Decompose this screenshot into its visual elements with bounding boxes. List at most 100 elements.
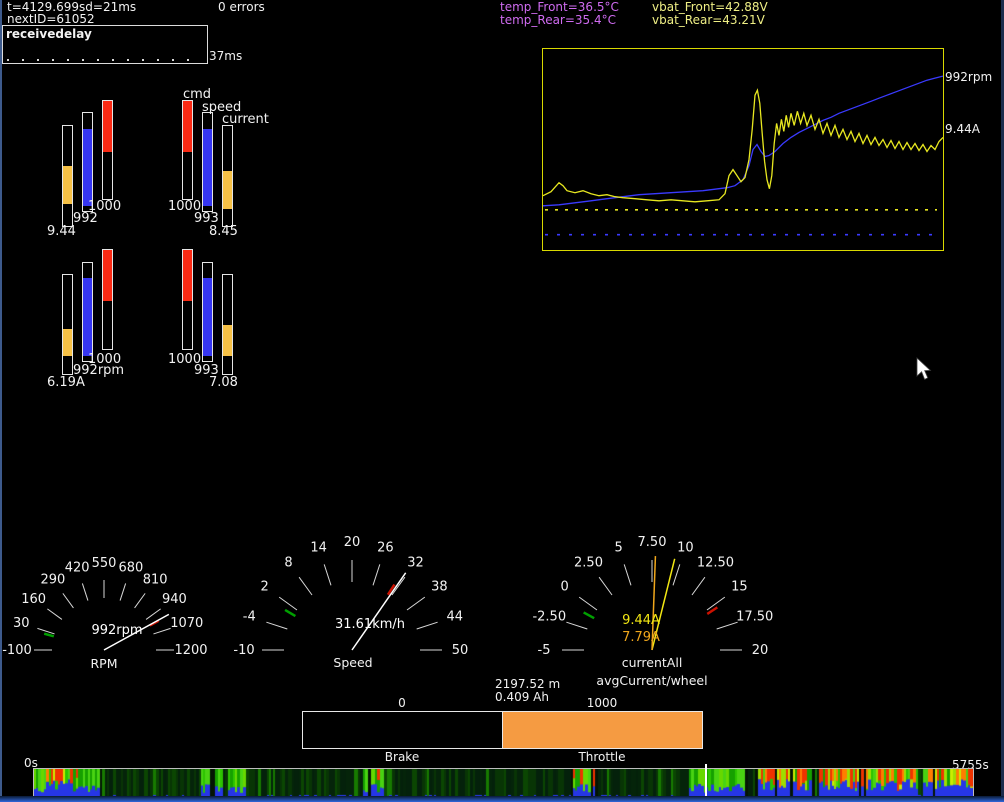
temp-rear-readout: temp_Rear=35.4°C <box>500 14 616 27</box>
dial-currentAll-tick-label: 12.50 <box>697 556 734 571</box>
dial-rpm-tick <box>82 583 88 600</box>
rear-right-speed-bar <box>202 262 213 362</box>
dial-rpm-caption-0: RPM <box>90 656 117 671</box>
receive-delay-panel: receivedelay <box>2 25 208 64</box>
dial-rpm-needle-0 <box>104 614 169 650</box>
dial-speed-tick <box>417 622 438 629</box>
timeline-strip[interactable] <box>33 768 974 798</box>
dial-currentAll-tick <box>624 564 631 585</box>
rear-right-cmd-bar-fill <box>183 250 192 301</box>
front-right-current-bar-fill <box>223 171 232 209</box>
dial-speed-value-0: 31.61km/h <box>335 617 405 632</box>
dial-rpm-tick-label: 1200 <box>174 643 207 658</box>
dial-rpm-tick <box>146 609 161 620</box>
rear-left-speed-bar <box>82 262 93 362</box>
rear-left-speed-bar-fill <box>83 278 92 356</box>
dial-currentAll-tick <box>673 564 680 585</box>
front-left-cmd-bar <box>102 100 113 200</box>
telemetry-dashboard: { "header": { "time": "t=4129.699sd=21ms… <box>0 0 1004 802</box>
dial-currentAll-tick-label: -5 <box>538 643 551 658</box>
dial-speed-tick <box>407 597 425 610</box>
dial-speed-tick <box>279 597 297 610</box>
dial-rpm-max-marker <box>150 621 159 626</box>
dial-speed-tick-label: -4 <box>243 610 256 625</box>
dial-currentAll-caption-1: avgCurrent/wheel <box>596 673 707 688</box>
front-right-speed-bar-fill <box>203 129 212 206</box>
front-right-label: 8.45 <box>209 225 238 239</box>
window-frame-left <box>0 0 2 802</box>
dial-rpm-tick <box>63 593 74 608</box>
dial-speed-tick-label: 8 <box>284 556 292 571</box>
dial-speed-min-marker <box>285 610 295 616</box>
timeline-canvas[interactable] <box>34 769 973 797</box>
dial-speed-tick-label: 14 <box>310 540 327 555</box>
front-right-cmd-bar <box>182 100 193 200</box>
mouse-cursor <box>915 357 933 382</box>
dial-currentAll-tick-label: 7.50 <box>638 535 667 550</box>
dial-rpm-tick-label: -100 <box>2 643 32 658</box>
dial-currentAll-value-0: 9.44A <box>622 613 660 628</box>
dial-rpm-tick <box>47 609 62 620</box>
rear-right-current-bar-fill <box>223 325 232 356</box>
dial-currentAll-value-1: 7.79A <box>622 630 660 645</box>
dial-speed-tick-label: -10 <box>233 643 254 658</box>
dial-rpm: -1003016029042055068081094010701200992rp… <box>2 556 207 671</box>
dial-currentAll-caption-0: currentAll <box>622 655 683 670</box>
throttle-label: Throttle <box>502 751 702 764</box>
dial-rpm-tick <box>153 628 170 634</box>
dial-currentAll: -5-2.5002.5057.501012.501517.50209.44A7.… <box>532 535 773 688</box>
chart-series-current <box>543 90 943 202</box>
dial-speed-tick-label: 38 <box>431 580 448 595</box>
dial-currentAll-needle-0 <box>652 559 675 650</box>
dial-currentAll-tick <box>692 577 705 595</box>
front-left-current-bar-fill <box>63 166 72 204</box>
dial-speed-caption-0: Speed <box>333 655 372 670</box>
front-left-current-bar <box>62 125 73 227</box>
front-left-label: 992 <box>73 212 98 226</box>
dial-speed: -10-4281420263238445031.61km/hSpeed <box>233 535 468 670</box>
front-left-speed-bar <box>82 112 93 212</box>
brake-value: 0 <box>302 697 502 710</box>
receive-delay-label: receivedelay <box>6 27 92 41</box>
dial-currentAll-tick-label: 17.50 <box>736 610 773 625</box>
dial-currentAll-tick-label: 10 <box>677 540 694 555</box>
chart-rpm-label: 992rpm <box>945 71 992 84</box>
dial-rpm-tick-label: 550 <box>92 556 117 571</box>
front-left-cmd-bar-fill <box>103 101 112 152</box>
dial-speed-tick <box>392 577 405 595</box>
rear-right-cmd-bar <box>182 249 193 350</box>
timeline-playhead[interactable] <box>705 764 707 797</box>
dial-rpm-tick-label: 290 <box>40 573 65 588</box>
dial-currentAll-min-marker <box>584 612 595 618</box>
dial-rpm-tick-label: 680 <box>118 560 143 575</box>
throttle-bar <box>502 711 703 749</box>
dial-currentAll-tick <box>566 622 587 629</box>
rear-left-cmd-bar <box>102 249 113 350</box>
chart-current-label: 9.44A <box>945 123 980 136</box>
dial-rpm-tick-label: 30 <box>13 616 30 631</box>
dial-rpm-tick-label: 1070 <box>170 616 203 631</box>
dial-currentAll-tick <box>579 597 597 610</box>
dial-speed-tick-label: 32 <box>407 556 424 571</box>
dial-rpm-min-marker <box>44 634 54 637</box>
dial-speed-tick <box>266 622 287 629</box>
dial-rpm-tick-label: 940 <box>162 592 187 607</box>
dial-speed-tick-label: 44 <box>446 610 463 625</box>
rear-left-current-bar-fill <box>63 329 72 356</box>
error-count: 0 errors <box>218 1 265 14</box>
dial-rpm-tick-label: 420 <box>65 560 90 575</box>
brake-bar <box>302 711 503 749</box>
dial-currentAll-tick <box>599 577 612 595</box>
mouse-cursor-arrow <box>917 358 930 379</box>
dial-rpm-tick-label: 160 <box>21 592 46 607</box>
dial-speed-tick-label: 2 <box>260 580 268 595</box>
rear-left-current-bar <box>62 274 73 375</box>
dial-rpm-tick-label: 810 <box>143 573 168 588</box>
dial-speed-tick <box>299 577 312 595</box>
dial-speed-max-marker <box>388 585 395 595</box>
front-left-speed-bar-fill <box>83 129 92 206</box>
dial-currentAll-tick-label: 20 <box>752 643 769 658</box>
dial-rpm-tick <box>120 583 126 600</box>
front-right-label: current <box>222 113 269 127</box>
dial-currentAll-tick <box>707 597 725 610</box>
